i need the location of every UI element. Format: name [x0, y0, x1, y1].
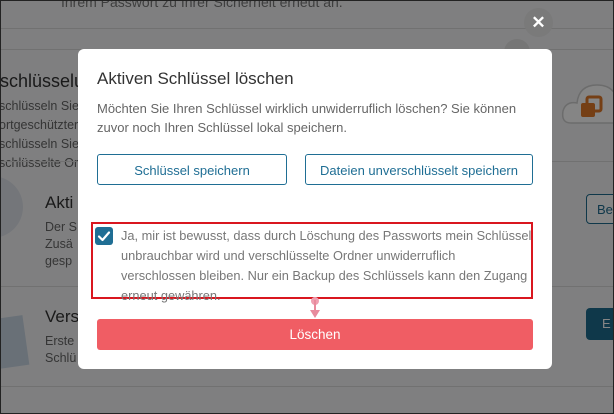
- dialog-description: Möchten Sie Ihren Schlüssel wirklich unw…: [97, 101, 517, 135]
- confirm-checkbox[interactable]: [95, 227, 113, 245]
- save-key-button[interactable]: Schlüssel speichern: [97, 154, 287, 185]
- annotation-arrow: [310, 310, 320, 318]
- check-icon: [97, 231, 111, 242]
- app-frame: Ihrem Passwort zu Ihrer Sicherheit erneu…: [0, 0, 614, 414]
- confirm-label[interactable]: Ja, mir ist bewusst, dass durch Löschung…: [121, 226, 533, 306]
- close-icon[interactable]: ✕: [524, 8, 553, 37]
- dialog-title: Aktiven Schlüssel löschen: [97, 69, 294, 88]
- save-unencrypted-button[interactable]: Dateien unverschlüsselt speichern: [305, 154, 533, 185]
- delete-key-dialog: Aktiven Schlüssel löschen Möchten Sie Ih…: [78, 49, 552, 369]
- delete-button[interactable]: Löschen: [97, 319, 533, 350]
